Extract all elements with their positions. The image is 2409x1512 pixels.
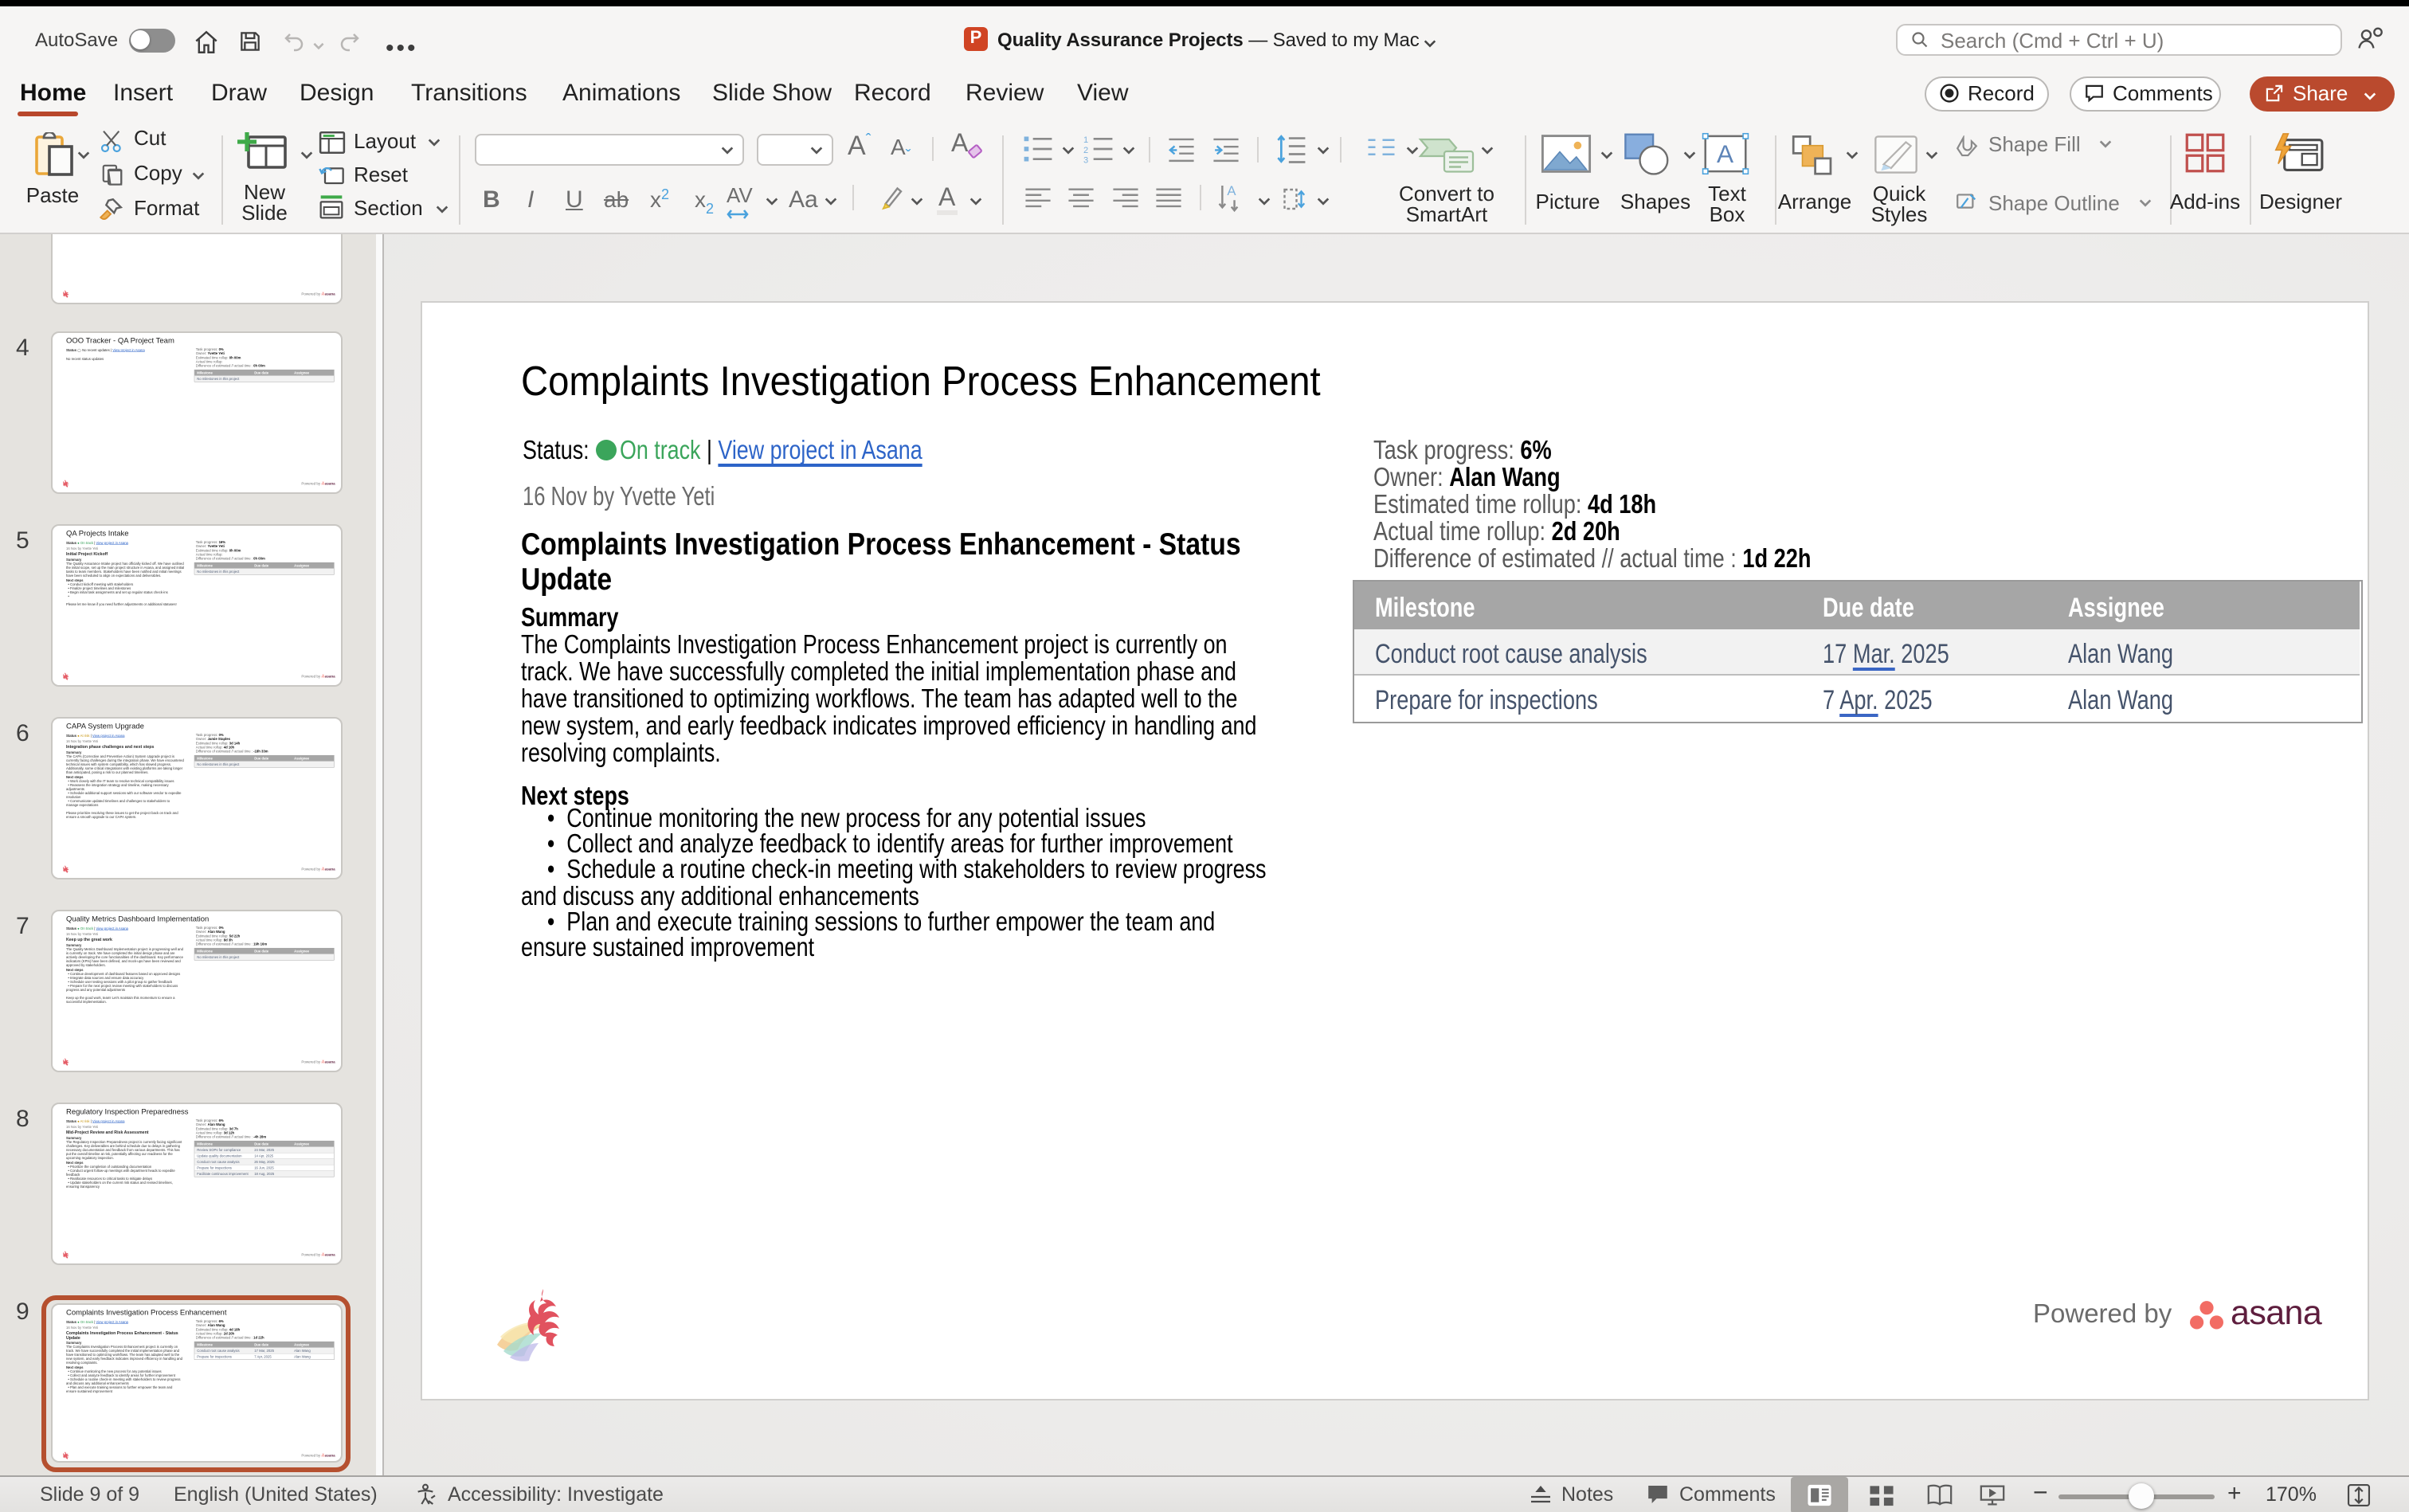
svg-text:1: 1 <box>1083 135 1088 145</box>
svg-text:A: A <box>1227 183 1236 198</box>
svg-text:2: 2 <box>1083 146 1088 155</box>
svg-text:3: 3 <box>1083 155 1088 164</box>
svg-text:A: A <box>1717 139 1733 168</box>
